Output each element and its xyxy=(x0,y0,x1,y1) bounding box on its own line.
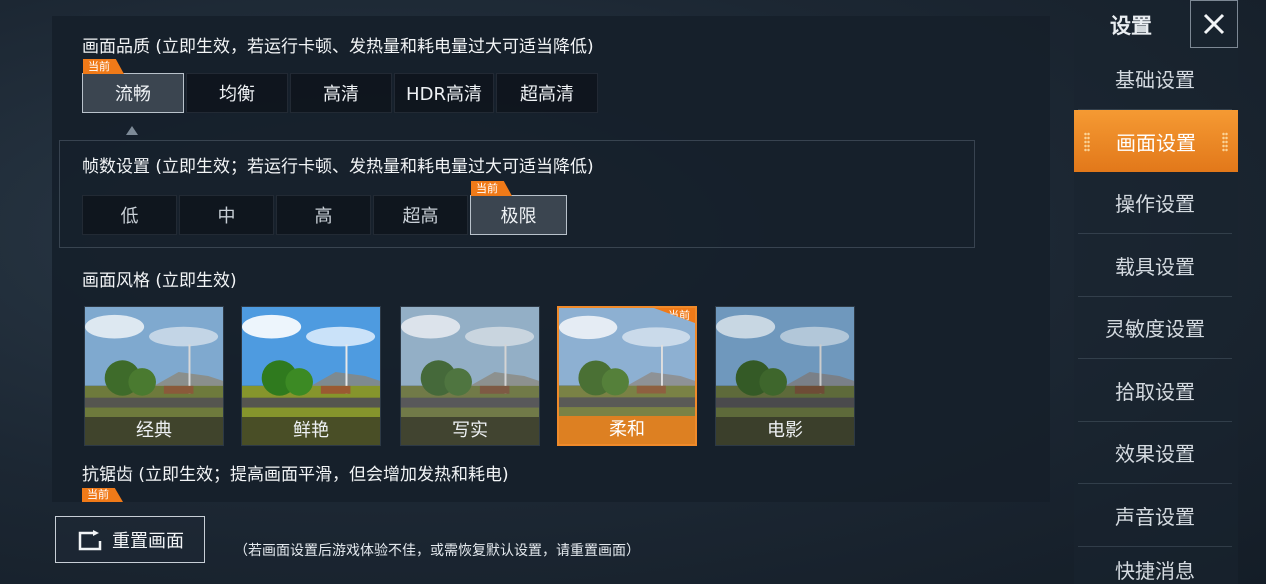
style-option-label: 电影 xyxy=(716,417,854,445)
style-option-classic[interactable]: 经典 xyxy=(84,306,224,446)
fps-option-low[interactable]: 低 xyxy=(82,195,177,235)
reset-icon xyxy=(78,529,102,550)
quality-option-ultra[interactable]: 超高清 xyxy=(496,73,598,113)
grip-icon xyxy=(1084,132,1090,152)
fps-options: 低 中 高 超高 当前 极限 xyxy=(82,181,569,235)
close-button[interactable] xyxy=(1190,0,1238,48)
sidebar-item-label: 载具设置 xyxy=(1115,255,1195,279)
sidebar-item-pickup[interactable]: 拾取设置 xyxy=(1078,360,1232,422)
sidebar-item-graphics[interactable]: 画面设置 xyxy=(1074,110,1238,172)
sidebar-item-label: 基础设置 xyxy=(1115,68,1195,92)
sidebar-title: 设置 xyxy=(1110,14,1152,38)
fps-option-ultra[interactable]: 超高 xyxy=(373,195,468,235)
fps-option-label: 中 xyxy=(217,206,236,227)
quality-section-title: 画面品质 (立即生效，若运行卡顿、发热量和耗电量过大可适当降低) xyxy=(82,37,594,57)
sidebar-item-audio[interactable]: 声音设置 xyxy=(1078,485,1232,547)
quality-option-hdr[interactable]: HDR高清 xyxy=(394,73,494,113)
sidebar-item-label: 灵敏度设置 xyxy=(1105,317,1205,341)
sidebar-item-effects[interactable]: 效果设置 xyxy=(1078,422,1232,484)
fps-section-title: 帧数设置 (立即生效；若运行卡顿、发热量和耗电量过大可适当降低) xyxy=(82,157,594,177)
fps-option-label: 高 xyxy=(314,206,333,227)
close-icon xyxy=(1203,13,1225,35)
quality-option-hd[interactable]: 高清 xyxy=(290,73,392,113)
style-option-cinematic[interactable]: 电影 xyxy=(715,306,855,446)
style-option-label: 鲜艳 xyxy=(242,417,380,445)
quality-option-label: 超高清 xyxy=(520,84,574,105)
sidebar-item-sensitivity[interactable]: 灵敏度设置 xyxy=(1078,297,1232,359)
fps-option-extreme[interactable]: 当前 极限 xyxy=(470,181,567,235)
style-section-title: 画面风格 (立即生效) xyxy=(82,271,237,291)
quality-options: 当前 流畅 均衡 高清 HDR高清 超高清 xyxy=(82,59,600,113)
style-option-soft[interactable]: 当前 柔和 xyxy=(557,306,697,446)
reset-hint-text: （若画面设置后游戏体验不佳，或需恢复默认设置，请重置画面） xyxy=(234,543,640,559)
reset-graphics-button[interactable]: 重置画面 xyxy=(55,516,205,563)
fps-option-high[interactable]: 高 xyxy=(276,195,371,235)
fps-option-label: 极限 xyxy=(500,206,537,227)
sidebar-item-label: 快捷消息 xyxy=(1115,559,1195,583)
quality-option-smooth[interactable]: 当前 流畅 xyxy=(82,59,184,113)
style-option-vivid[interactable]: 鲜艳 xyxy=(241,306,381,446)
sidebar-item-label: 效果设置 xyxy=(1115,442,1195,466)
sidebar-item-vehicle[interactable]: 载具设置 xyxy=(1078,235,1232,297)
style-option-label: 经典 xyxy=(85,417,223,445)
style-option-realistic[interactable]: 写实 xyxy=(400,306,540,446)
quality-option-label: 高清 xyxy=(323,84,359,105)
settings-sidebar: 设置 基础设置 画面设置 操作设置 载具设置 灵敏度设置 拾取设置 效果设置 声… xyxy=(1074,0,1238,584)
antialias-section-title: 抗锯齿 (立即生效；提高画面平滑，但会增加发热和耗电) xyxy=(82,465,509,485)
sidebar-header: 设置 xyxy=(1074,0,1238,48)
reset-button-label: 重置画面 xyxy=(112,530,184,552)
sidebar-item-label: 画面设置 xyxy=(1116,130,1196,155)
quality-option-label: HDR高清 xyxy=(406,84,482,105)
quality-option-label: 均衡 xyxy=(219,84,255,105)
sidebar-item-quick-messages[interactable]: 快捷消息 xyxy=(1078,547,1232,584)
style-option-label: 柔和 xyxy=(559,416,695,444)
fps-option-medium[interactable]: 中 xyxy=(179,195,274,235)
sidebar-item-label: 操作设置 xyxy=(1115,192,1195,216)
expand-caret-icon xyxy=(126,126,138,135)
sidebar-item-controls[interactable]: 操作设置 xyxy=(1078,172,1232,234)
fps-option-label: 超高 xyxy=(402,206,439,227)
grip-icon xyxy=(1222,132,1228,152)
sidebar-item-label: 拾取设置 xyxy=(1115,380,1195,404)
sidebar-item-basic[interactable]: 基础设置 xyxy=(1078,48,1232,110)
fps-option-label: 低 xyxy=(120,206,139,227)
quality-option-balanced[interactable]: 均衡 xyxy=(186,73,288,113)
sidebar-item-label: 声音设置 xyxy=(1115,505,1195,529)
style-option-label: 写实 xyxy=(401,417,539,445)
quality-option-label: 流畅 xyxy=(115,84,151,105)
